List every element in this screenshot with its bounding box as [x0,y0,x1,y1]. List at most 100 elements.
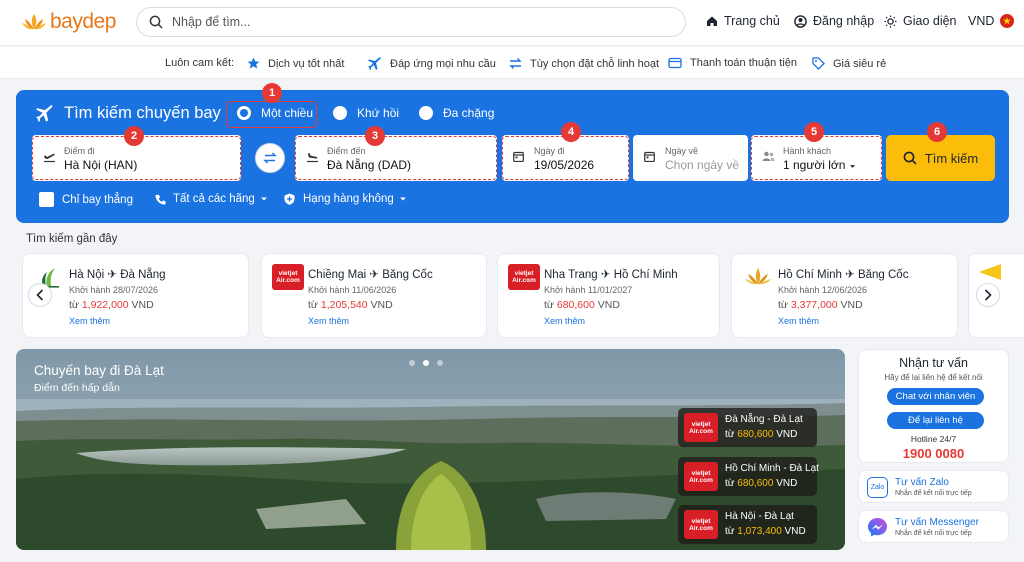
search-flights-label: Tìm kiếm [924,150,979,166]
currency-selector[interactable]: VND [968,14,1020,28]
messenger-sub: Nhắn để kết nối trực tiếp [895,530,972,537]
deal-route: Hồ Chí Minh - Đà Lạt [725,463,819,474]
vietjet-logo-icon: vietjet Air.com [684,413,718,442]
consult-title: Nhận tư vấn [899,356,968,370]
nav-home-label: Trang chủ [724,14,780,28]
search-icon [903,151,917,165]
depart-date-highlight [502,136,629,180]
deal-route: Đà Nẵng - Đà Lạt [725,414,803,425]
logo-text: baydep [50,10,116,33]
carousel-prev-button[interactable] [28,283,52,307]
zalo-title: Tư vấn Zalo [895,477,949,488]
radio-round-trip-circle[interactable] [333,106,347,120]
recent-departure: Khởi hành 12/06/2026 [778,285,867,295]
price-currency: VND [597,299,620,311]
radio-round-trip[interactable]: Khứ hồi [333,106,399,120]
commitment-item: Dịch vụ tốt nhất [247,57,344,70]
messenger-icon [868,518,887,537]
recent-route: Chiềng Mai ✈ Băng Cốc [308,269,433,281]
price-prefix: từ [725,526,735,537]
shield-icon [284,193,295,205]
consult-box: Nhận tư vấn Hãy để lại liên hệ để kết nố… [858,349,1009,463]
search-bar[interactable] [136,7,686,37]
step-badge-4: 4 [561,122,581,142]
deal-card[interactable]: vietjet Air.com Hà Nội - Đà Lạt từ 1,073… [678,505,817,544]
hotline-number[interactable]: 1900 0080 [859,446,1008,461]
nav-login[interactable]: Đăng nhập [794,14,874,28]
route-to: Hồ Chí Minh [613,269,678,281]
swap-icon [263,152,277,164]
commitment-item: Giá siêu rẻ [812,57,886,70]
step-badge-3: 3 [365,126,385,146]
messenger-contact[interactable]: Tư vấn Messenger Nhắn để kết nối trực ti… [858,510,1009,543]
airplane-icon [36,104,53,122]
logo[interactable]: baydep [22,10,116,34]
recent-departure: Khởi hành 11/06/2026 [308,285,397,295]
see-more-link[interactable]: Xem thêm [778,316,819,326]
price-value: 1,205,540 [320,299,368,311]
price-currency: VND [776,429,798,440]
price-value: 680,600 [737,478,774,489]
recent-departure: Khởi hành 28/07/2026 [69,285,158,295]
deal-card[interactable]: vietjet Air.com Đà Nẵng - Đà Lạt từ 680,… [678,408,817,447]
consult-subtitle: Hãy để lại liên hệ để kết nối [884,373,983,382]
zalo-icon: Zalo [867,477,888,498]
airlines-dropdown[interactable]: Tất cả các hãng [155,193,268,205]
see-more-link[interactable]: Xem thêm [69,316,110,326]
recent-route: Hồ Chí Minh ✈ Băng Cốc [778,269,909,281]
discount-tag-icon [812,57,825,70]
recent-card[interactable]: vietjet Air.com Chiềng Mai ✈ Băng Cốc Kh… [261,253,487,338]
recent-price: từ 680,600 VND [544,299,620,311]
recent-card[interactable]: Hồ Chí Minh ✈ Băng Cốc Khởi hành 12/06/2… [731,253,958,338]
vietjet-logo-icon: vietjet Air.com [272,264,304,290]
sun-icon [884,15,897,27]
recent-route: Nha Trang ✈ Hồ Chí Minh [544,269,678,281]
hotline-label: Hotline 24/7 [910,434,957,444]
currency-label: VND [968,14,995,28]
promo-banner[interactable]: Chuyến bay đi Đà Lạt Điểm đến hấp dẫn vi… [16,349,845,550]
vietnam-flag-icon [1000,14,1015,28]
price-prefix: từ [778,299,788,311]
commitment-text: Thanh toán thuận tiện [690,57,798,69]
search-flights-button[interactable]: Tìm kiếm [886,135,995,181]
user-icon [794,14,807,28]
price-currency: VND [131,299,154,311]
price-currency: VND [784,526,806,537]
commitment-item: Đáp ứng mọi nhu cầu [368,57,496,71]
nav-home[interactable]: Trang chủ [706,14,780,28]
search-input[interactable] [172,15,652,29]
recent-card[interactable]: Hà Nội ✈ Đà Nẵng Khởi hành 28/07/2026 từ… [22,253,249,338]
recent-card[interactable]: vietjet Air.com Nha Trang ✈ Hồ Chí Minh … [497,253,720,338]
class-dropdown[interactable]: Hạng hàng không [284,193,407,205]
return-date-field[interactable]: Ngày về Chọn ngày về [633,135,748,181]
recent-price: từ 3,377,000 VND [778,299,863,311]
route-from: Nha Trang [544,269,598,281]
leave-contact-button[interactable]: Để lại liên hệ [887,412,984,429]
deal-card[interactable]: vietjet Air.com Hồ Chí Minh - Đà Lạt từ … [678,457,819,496]
swap-locations-button[interactable] [255,143,285,173]
see-more-link[interactable]: Xem thêm [308,316,349,326]
price-value: 680,600 [737,429,774,440]
carousel-next-button[interactable] [976,283,1000,307]
top-header: baydep Trang chủ Đăng nhập Giao diện VND [0,0,1024,46]
return-date-placeholder: Chọn ngày về [665,158,740,172]
banner-dot-active[interactable] [423,360,429,366]
chat-staff-button[interactable]: Chat với nhân viên [887,388,984,405]
direct-flight-checkbox[interactable]: Chỉ bay thẳng [39,192,133,207]
banner-dot[interactable] [409,360,415,366]
radio-multi-city[interactable]: Đa chặng [419,106,494,120]
star-icon [247,57,260,69]
price-value: 1,922,000 [81,299,129,311]
deal-price: từ 680,600 VND [725,429,797,440]
see-more-link[interactable]: Xem thêm [544,316,585,326]
search-icon [149,15,163,29]
commitment-text: Tùy chọn đặt chỗ linh hoạt [530,57,660,70]
price-currency: VND [840,299,863,311]
checkbox-box[interactable] [39,192,54,207]
panel-title-text: Tìm kiếm chuyến bay [64,104,221,122]
banner-dot[interactable] [437,360,443,366]
zalo-contact[interactable]: Zalo Tư vấn Zalo Nhắn để kết nối trực ti… [858,470,1009,503]
nav-theme[interactable]: Giao diện [884,14,957,28]
radio-multi-city-circle[interactable] [419,106,433,120]
caret-down-icon [260,197,267,201]
